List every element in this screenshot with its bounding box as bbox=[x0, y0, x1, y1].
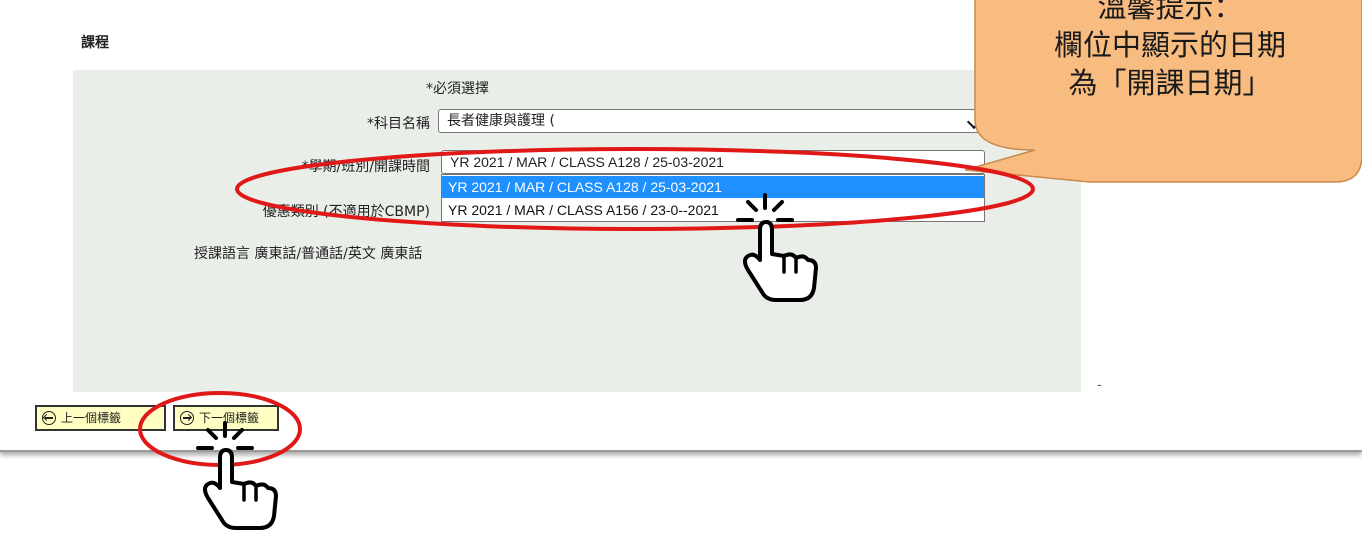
highlight-ellipse-dropdown bbox=[235, 147, 1035, 231]
hand-pointer-icon bbox=[736, 193, 818, 302]
callout-line-3: 為「開課日期」 bbox=[1068, 66, 1272, 100]
callout-line-1: 溫馨提示： bbox=[1097, 0, 1243, 24]
hand-pointer-icon bbox=[196, 421, 278, 530]
callout-line-2: 欄位中顯示的日期 bbox=[1053, 28, 1286, 62]
callout-text: 溫馨提示： 欄位中顯示的日期 為「開課日期」 bbox=[990, 0, 1350, 102]
